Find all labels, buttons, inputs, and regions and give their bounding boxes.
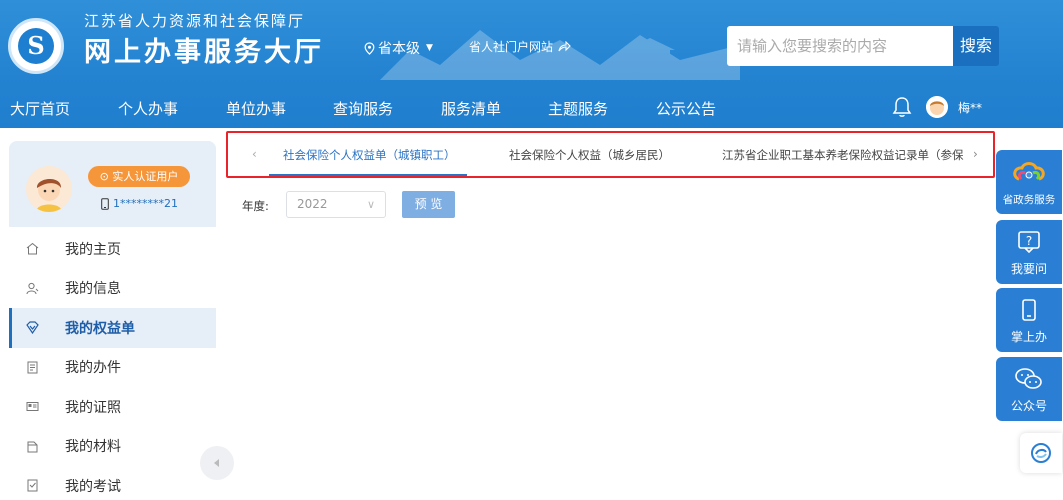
sidebar-item-label: 我的信息 <box>65 281 121 298</box>
mobile-phone-icon <box>996 296 1062 324</box>
sidebar-collapse-button[interactable] <box>200 446 234 480</box>
tab-urban-rural-resident[interactable]: 社会保险个人权益（城乡居民） <box>509 147 670 163</box>
year-label: 年度: <box>242 199 269 213</box>
preview-button[interactable]: 预 览 <box>402 191 455 218</box>
sidebar-item-materials[interactable]: 我的材料 <box>9 427 216 467</box>
site-title: 网上办事服务大厅 <box>84 37 324 68</box>
mobile-service-label: 掌上办 <box>1010 330 1047 344</box>
svg-text:?: ? <box>1026 234 1032 248</box>
folder-icon <box>25 439 39 453</box>
sidebar-item-rights[interactable]: 我的权益单 <box>9 308 216 348</box>
gov-service-logo-icon <box>996 158 1062 186</box>
search-button[interactable]: 搜索 <box>953 26 999 66</box>
wechat-account-button[interactable]: 公众号 <box>996 357 1062 421</box>
profile-card: ⊙ 实人认证用户 1********21 <box>9 141 216 227</box>
document-icon <box>25 360 39 374</box>
phone-value: 1********21 <box>113 197 178 210</box>
sidebar-item-certificates[interactable]: 我的证照 <box>9 387 216 427</box>
sidebar-item-exams[interactable]: 我的考试 <box>9 466 216 500</box>
mobile-service-button[interactable]: 掌上办 <box>996 288 1062 352</box>
nav-item-notice[interactable]: 公示公告 <box>656 92 716 126</box>
user-avatar[interactable] <box>926 96 948 118</box>
phone-number: 1********21 <box>101 197 178 210</box>
chevron-down-icon: ∨ <box>366 198 375 211</box>
share-arrow-icon <box>558 41 571 52</box>
ask-question-label: 我要问 <box>1010 262 1047 276</box>
nav-item-home[interactable]: 大厅首页 <box>10 92 70 126</box>
nav-item-personal[interactable]: 个人办事 <box>118 92 178 126</box>
logo-s-icon: S <box>18 28 54 64</box>
sidebar-item-home[interactable]: 我的主页 <box>9 229 216 269</box>
user-name[interactable]: 梅** <box>958 99 982 116</box>
sidebar-item-label: 我的考试 <box>65 478 121 495</box>
triangle-left-icon <box>214 459 219 467</box>
assistant-swirl-icon <box>1031 443 1051 463</box>
exam-icon <box>25 479 39 493</box>
gov-service-button[interactable]: 省政务服务 <box>996 150 1062 214</box>
profile-avatar <box>26 166 72 212</box>
nav-item-unit[interactable]: 单位办事 <box>226 92 286 126</box>
sidebar-item-label: 我的主页 <box>65 241 121 258</box>
chevron-left-icon[interactable]: ‹ <box>252 147 257 161</box>
active-tab-indicator <box>269 174 467 176</box>
search-input[interactable] <box>727 26 953 66</box>
sidebar-item-label: 我的办件 <box>65 360 121 377</box>
year-select[interactable]: 2022 ∨ <box>286 191 386 218</box>
sidebar-item-label: 我的证照 <box>65 399 121 416</box>
sidebar-menu: 我的主页 我的信息 我的权益单 我的办件 我的证照 我的材料 我的考试 <box>9 229 216 500</box>
site-logo[interactable]: S <box>8 18 64 74</box>
verified-badge-label: 实人认证用户 <box>112 170 179 183</box>
wechat-account-label: 公众号 <box>1010 399 1047 413</box>
user-icon <box>25 281 39 295</box>
assistant-button[interactable] <box>1020 433 1062 473</box>
ask-question-button[interactable]: ? 我要问 <box>996 220 1062 284</box>
sidebar-item-label: 我的材料 <box>65 439 121 456</box>
verified-badge: ⊙ 实人认证用户 <box>88 166 190 187</box>
portal-link[interactable]: 省人社门户网站 <box>469 38 571 55</box>
nav-item-service-list[interactable]: 服务清单 <box>441 92 501 126</box>
id-card-icon <box>25 400 39 414</box>
tab-enterprise-pension-record[interactable]: 江苏省企业职工基本养老保险权益记录单（参保 <box>722 147 964 163</box>
avatar-face-icon <box>926 96 948 118</box>
chevron-right-icon[interactable]: › <box>973 147 978 161</box>
shield-icon: ⊙ <box>99 170 109 183</box>
bell-icon[interactable] <box>892 96 912 118</box>
rights-tabs: ‹ 社会保险个人权益单（城镇职工） 社会保险个人权益（城乡居民） 江苏省企业职工… <box>226 131 995 178</box>
caret-down-icon: ▼ <box>426 43 433 53</box>
wechat-icon <box>996 365 1062 393</box>
sidebar-item-info[interactable]: 我的信息 <box>9 269 216 309</box>
home-icon <box>25 242 39 256</box>
question-bubble-icon: ? <box>996 228 1062 256</box>
boy-avatar-icon <box>26 166 72 212</box>
nav-item-query[interactable]: 查询服务 <box>333 92 393 126</box>
sidebar-item-label: 我的权益单 <box>65 320 135 337</box>
gov-service-label: 省政务服务 <box>1002 194 1056 206</box>
region-selector[interactable]: 省本级 ▼ <box>364 38 433 58</box>
org-title: 江苏省人力资源和社会保障厅 <box>84 12 306 30</box>
year-value: 2022 <box>297 197 328 211</box>
phone-icon <box>101 197 109 210</box>
diamond-heart-icon <box>25 321 39 335</box>
sidebar: ⊙ 实人认证用户 1********21 我的主页 我的信息 我的权益单 我的办… <box>9 141 216 500</box>
sidebar-item-cases[interactable]: 我的办件 <box>9 348 216 388</box>
region-label: 省本级 <box>378 41 420 57</box>
tab-urban-employee[interactable]: 社会保险个人权益单（城镇职工） <box>283 147 456 163</box>
nav-item-theme[interactable]: 主题服务 <box>548 92 608 126</box>
location-pin-icon <box>364 41 375 55</box>
portal-label: 省人社门户网站 <box>469 40 554 54</box>
